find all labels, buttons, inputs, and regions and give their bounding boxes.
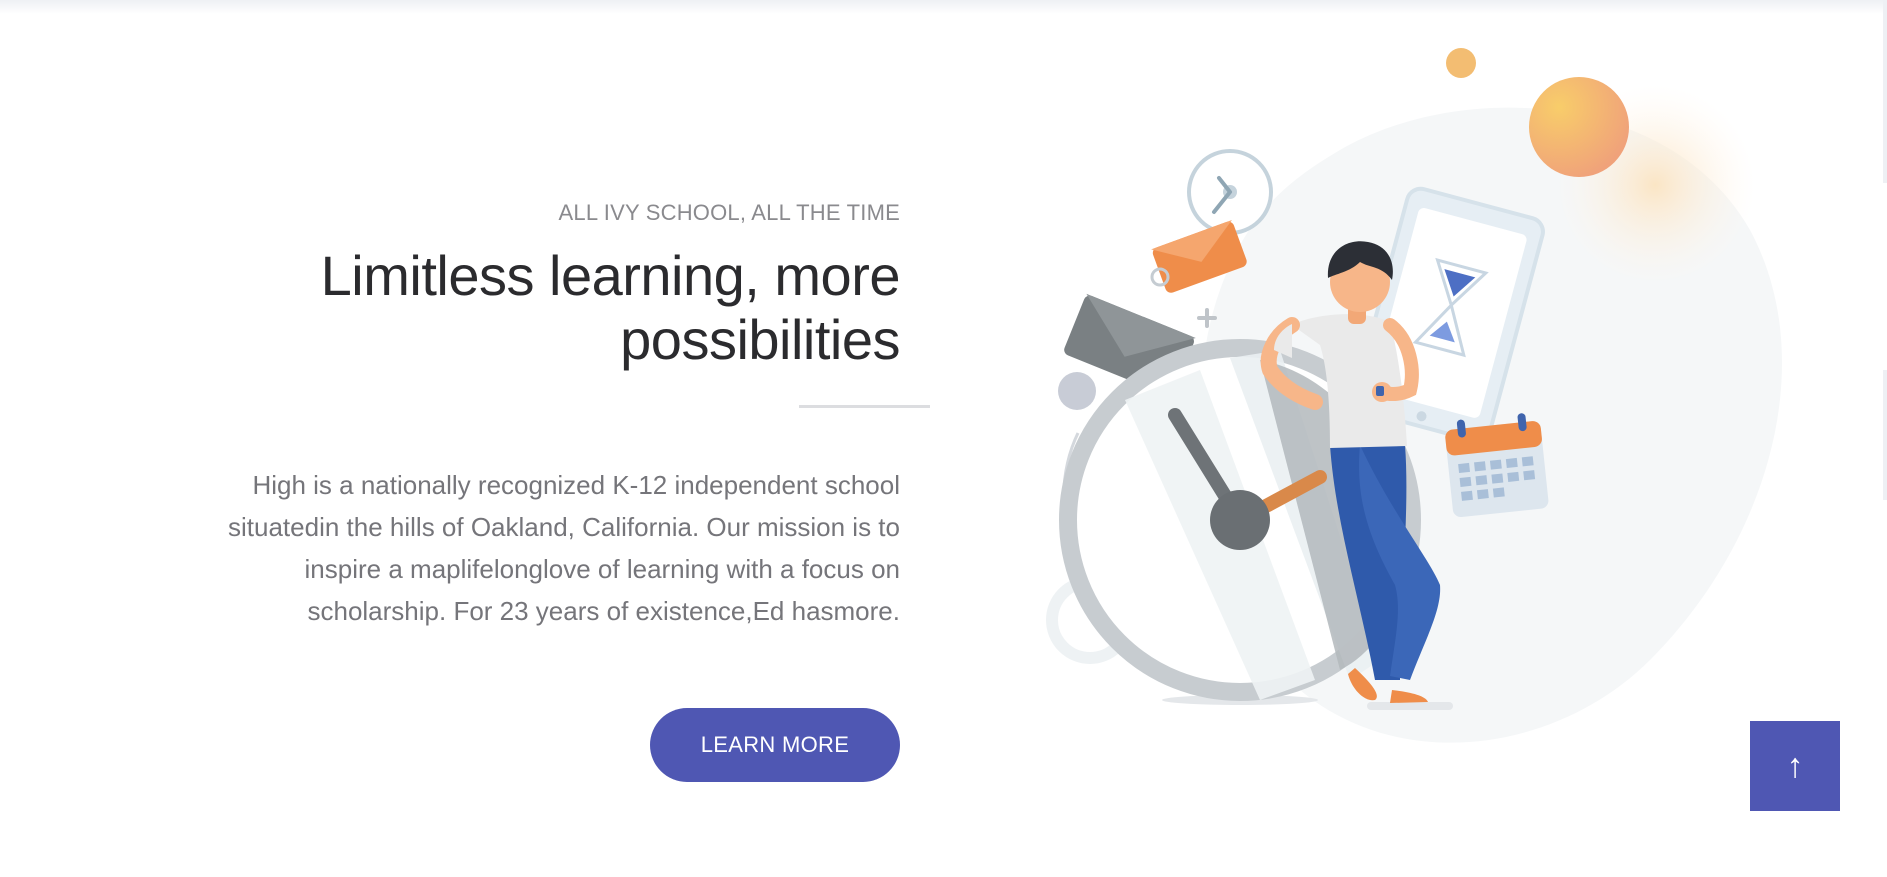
scroll-to-top-button[interactable]: ↑ — [1750, 721, 1840, 811]
hero-headline: Limitless learning, more possibilities — [120, 244, 901, 372]
learn-more-button[interactable]: LEARN MORE — [650, 708, 900, 782]
person-shadow — [1367, 702, 1453, 710]
headline-line-2: possibilities — [620, 308, 900, 371]
arrow-up-icon: ↑ — [1786, 746, 1804, 785]
page-edge — [1883, 370, 1887, 500]
header-shadow — [0, 0, 1887, 14]
headline-divider — [799, 405, 930, 408]
hero-text: ALL IVY SCHOOL, ALL THE TIME Limitless l… — [120, 200, 901, 372]
headline-line-1: Limitless learning, more — [320, 244, 901, 307]
hero-illustration — [1046, 48, 1782, 743]
stopwatch-center — [1210, 490, 1270, 550]
description-line: situatedin the hills of Oakland, Califor… — [228, 512, 900, 542]
description-line: scholarship. For 23 years of existence,E… — [307, 596, 900, 626]
description-line: High is a nationally recognized K-12 ind… — [252, 470, 900, 500]
small-orange-dot — [1446, 48, 1476, 78]
sun-circle — [1529, 77, 1629, 177]
hero-description: High is a nationally recognized K-12 ind… — [120, 464, 900, 632]
page-edge — [1883, 0, 1887, 183]
hero-eyebrow: ALL IVY SCHOOL, ALL THE TIME — [558, 200, 900, 225]
description-line: inspire a maplifelonglove of learning wi… — [304, 554, 900, 584]
grey-dot — [1058, 372, 1096, 410]
calendar — [1445, 413, 1549, 518]
